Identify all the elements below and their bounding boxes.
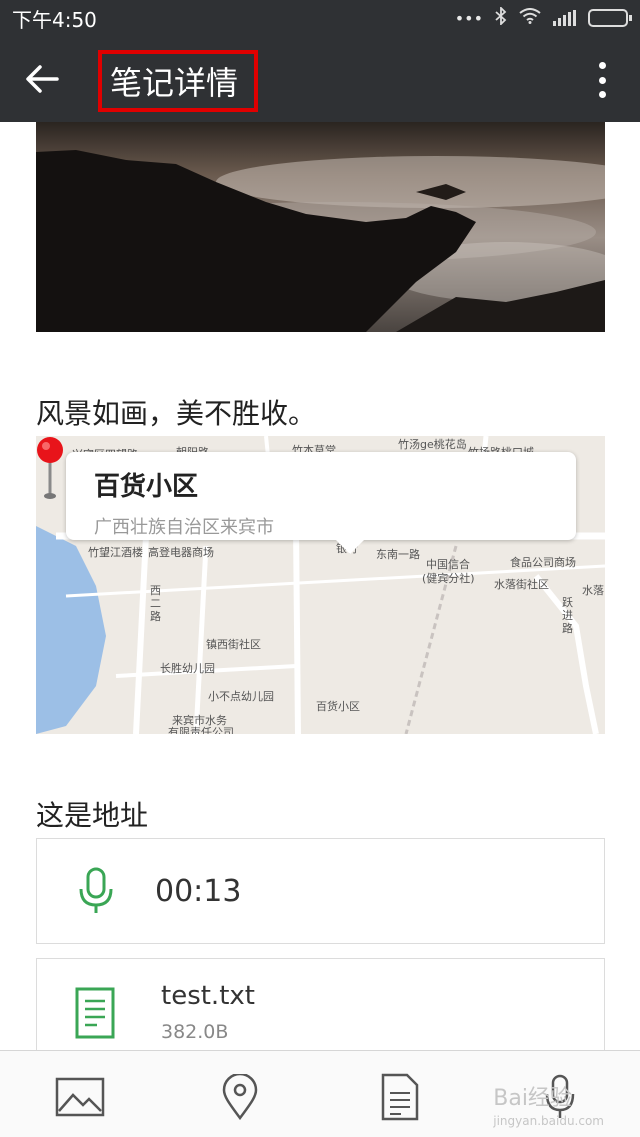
watermark-text: Bai经验: [493, 1086, 572, 1111]
document-icon: [75, 987, 115, 1039]
document-icon: [381, 1073, 419, 1121]
poi-title: 百货小区: [94, 472, 199, 502]
map-label: 竹望江酒楼: [88, 546, 143, 559]
map-label: 水落: [582, 584, 604, 597]
file-name: test.txt: [161, 981, 255, 1011]
watermark: Bai经验 jingyan.baidu.com: [493, 1080, 604, 1128]
more-vert-icon[interactable]: [590, 60, 614, 100]
map-view[interactable]: 兴宾区四望路 朝阳路 竹本草堂 竹汤ge桃花岛 竹扬路桃口城 竹望江酒楼 高登电…: [36, 436, 605, 734]
page-title: 笔记详情: [110, 64, 239, 102]
map-label: 西二路: [150, 584, 161, 623]
status-time: 下午4:50: [12, 7, 97, 32]
arrow-left-icon: [26, 65, 59, 93]
map-label: 镇西街社区: [206, 638, 261, 651]
note-caption: 风景如画，美不胜收。: [36, 397, 317, 430]
microphone-icon: [79, 867, 113, 913]
audio-attachment[interactable]: 00:13: [36, 838, 605, 944]
map-label: 竹汤ge桃花岛: [398, 438, 467, 451]
signal-icon: [553, 10, 576, 26]
more-dots-icon: •••: [454, 8, 483, 28]
title-highlight: 笔记详情: [98, 50, 258, 112]
back-button[interactable]: [0, 36, 84, 122]
map-label: 东南一路: [376, 548, 420, 561]
app-bar: 笔记详情: [0, 36, 640, 122]
map-label: 食品公司商场: [510, 556, 576, 569]
map-label: 百货小区: [316, 700, 360, 713]
status-icons: •••: [454, 5, 632, 29]
map-label: 有限责任公司: [168, 726, 234, 734]
status-bar: 下午4:50 •••: [0, 0, 640, 36]
poi-address: 广西壮族自治区来宾市: [94, 517, 274, 538]
watermark-sub: jingyan.baidu.com: [493, 1114, 604, 1128]
map-label: (健宾分社): [422, 572, 475, 585]
image-icon: [55, 1077, 105, 1117]
note-photo[interactable]: [36, 122, 605, 332]
location-icon: [222, 1074, 258, 1120]
poi-card[interactable]: 百货小区 广西壮族自治区来宾市: [66, 452, 576, 554]
audio-duration: 00:13: [155, 873, 242, 909]
add-document-button[interactable]: [374, 1071, 426, 1123]
bluetooth-icon: [495, 5, 507, 29]
map-label: 小不点幼儿园: [208, 690, 274, 703]
map-label: 高登电器商场: [148, 546, 214, 559]
add-location-button[interactable]: [214, 1071, 266, 1123]
map-label: 水落街社区: [494, 578, 549, 591]
file-size: 382.0B: [161, 1021, 229, 1043]
map-label: 跃进路: [562, 596, 573, 635]
add-image-button[interactable]: [54, 1071, 106, 1123]
wifi-icon: [519, 8, 541, 28]
map-label: 长胜幼儿园: [160, 662, 215, 675]
battery-icon: [588, 9, 632, 27]
location-pin-icon: [37, 437, 63, 499]
address-text: 这是地址: [36, 799, 149, 832]
